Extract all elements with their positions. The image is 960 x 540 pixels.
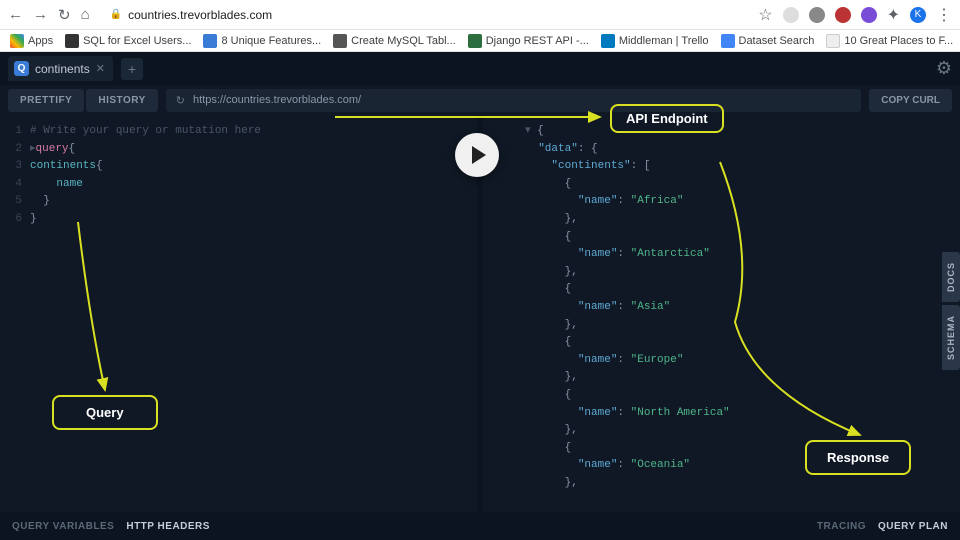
copy-curl-button[interactable]: COPY CURL [869, 89, 952, 112]
prettify-button[interactable]: PRETTIFY [8, 89, 84, 112]
toolbar: PRETTIFY HISTORY ↻ https://countries.tre… [0, 85, 960, 115]
http-headers-tab[interactable]: HTTP HEADERS [126, 521, 210, 532]
home-icon[interactable]: ⌂ [81, 6, 90, 23]
close-icon[interactable]: ✕ [96, 62, 105, 75]
side-tabs: DOCS SCHEMA [942, 252, 960, 370]
annotation-response: Response [805, 440, 911, 475]
forward-icon[interactable]: → [33, 6, 48, 23]
back-icon[interactable]: ← [8, 6, 23, 23]
bookmark-item[interactable]: 8 Unique Features... [203, 34, 321, 48]
browser-extensions: ☆ ✦ K ⋮ [758, 5, 952, 25]
query-plan-tab[interactable]: QUERY PLAN [878, 521, 948, 532]
play-button[interactable] [455, 133, 499, 177]
tab-continents[interactable]: Q continents ✕ [8, 56, 113, 81]
ext-icon-2[interactable] [809, 7, 825, 23]
bookmark-item[interactable]: SQL for Excel Users... [65, 34, 191, 48]
settings-gear-icon[interactable]: ⚙ [936, 58, 952, 79]
annotation-endpoint: API Endpoint [610, 104, 724, 133]
tracing-tab[interactable]: TRACING [817, 521, 866, 532]
ext-icon-1[interactable] [783, 7, 799, 23]
bookmark-item[interactable]: Dataset Search [721, 34, 815, 48]
apps-shortcut[interactable]: Apps [10, 34, 53, 48]
history-button[interactable]: HISTORY [86, 89, 157, 112]
schema-tab[interactable]: SCHEMA [942, 305, 960, 370]
lock-icon: 🔒 [110, 9, 122, 20]
reload-endpoint-icon[interactable]: ↻ [176, 94, 185, 107]
tab-bar: Q continents ✕ + ⚙ [0, 52, 960, 85]
reload-icon[interactable]: ↻ [58, 6, 71, 24]
puzzle-icon[interactable]: ✦ [887, 5, 900, 25]
bottom-tabs: QUERY VARIABLES HTTP HEADERS TRACING QUE… [0, 512, 960, 540]
bookmark-item[interactable]: Create MySQL Tabl... [333, 34, 456, 48]
ext-icon-4[interactable] [861, 7, 877, 23]
bookmarks-bar: Apps SQL for Excel Users... 8 Unique Fea… [0, 30, 960, 52]
query-editor[interactable]: 1# Write your query or mutation here 2▸ … [0, 115, 477, 512]
tab-icon: Q [14, 61, 29, 76]
annotation-query: Query [52, 395, 158, 430]
tab-label: continents [35, 62, 90, 76]
docs-tab[interactable]: DOCS [942, 252, 960, 302]
query-variables-tab[interactable]: QUERY VARIABLES [12, 521, 114, 532]
url-text: countries.trevorblades.com [128, 8, 272, 22]
star-icon[interactable]: ☆ [758, 5, 772, 25]
endpoint-url: https://countries.trevorblades.com/ [193, 94, 361, 106]
graphql-playground: Q continents ✕ + ⚙ PRETTIFY HISTORY ↻ ht… [0, 52, 960, 540]
endpoint-input[interactable]: ↻ https://countries.trevorblades.com/ [166, 89, 862, 112]
ext-icon-3[interactable] [835, 7, 851, 23]
add-tab-button[interactable]: + [121, 58, 143, 80]
browser-nav-bar: ← → ↻ ⌂ 🔒 countries.trevorblades.com ☆ ✦… [0, 0, 960, 30]
bookmark-item[interactable]: 10 Great Places to F... [826, 34, 953, 48]
address-bar[interactable]: 🔒 countries.trevorblades.com [100, 6, 749, 24]
bookmark-item[interactable]: Django REST API -... [468, 34, 589, 48]
avatar[interactable]: K [910, 7, 926, 23]
bookmark-item[interactable]: Middleman | Trello [601, 34, 709, 48]
menu-icon[interactable]: ⋮ [936, 5, 952, 25]
